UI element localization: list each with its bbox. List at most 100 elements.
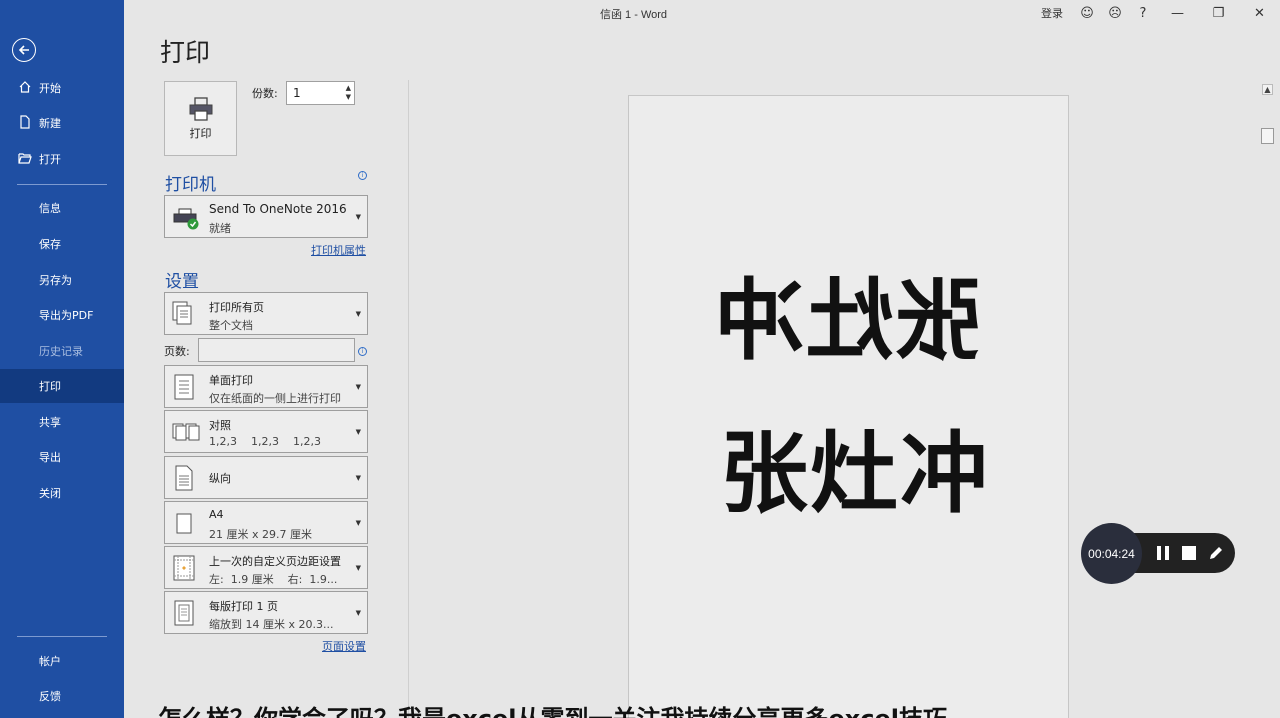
nav-print[interactable]: 打印 [0,369,124,403]
back-arrow-icon[interactable] [12,38,36,62]
printer-status: 就绪 [209,222,231,235]
nav-label: 打印 [39,380,61,393]
spin-arrows-icon[interactable]: ▲ ▼ [346,84,351,102]
recording-timer: 00:04:24 [1081,523,1142,584]
one-sided-icon [174,374,194,400]
title-bar: 信函 1 - Word 登录 ☺ ☹ ? — ❐ ✕ [124,0,1280,26]
page-setup-link[interactable]: 页面设置 [322,638,366,654]
nav-save[interactable]: 保存 [0,227,124,261]
document-text: 张灶冲 [720,422,991,525]
sides-dropdown[interactable]: 单面打印 仅在纸面的一侧上进行打印 ▼ [164,365,368,408]
printer-name: Send To OneNote 2016 [209,202,347,216]
chevron-down-icon: ▼ [355,213,361,221]
nav-save-as[interactable]: 另存为 [0,263,124,297]
pen-icon[interactable] [1208,545,1224,561]
nav-label: 保存 [39,238,61,251]
chevron-down-icon: ▼ [355,609,361,617]
pages-icon [172,301,192,325]
nav-label: 共享 [39,416,61,429]
chevron-down-icon: ▼ [355,428,361,436]
nav-export[interactable]: 导出 [0,440,124,474]
setting-line1: 上一次的自定义页边距设置 [209,555,341,568]
printer-heading: 打印机 [165,175,216,195]
nav-label: 导出 [39,451,61,464]
print-button-label: 打印 [189,126,212,140]
setting-line1: 对照 [209,419,231,432]
nav-label: 另存为 [39,274,72,287]
print-range-dropdown[interactable]: 打印所有页 整个文档 ▼ [164,292,368,335]
setting-line1: 打印所有页 [209,301,264,314]
printer-icon [189,96,212,121]
nav-feedback[interactable]: 反馈 [0,679,124,713]
signin-link[interactable]: 登录 [1041,5,1063,21]
nav-share[interactable]: 共享 [0,405,124,439]
nav-close[interactable]: 关闭 [0,476,124,510]
printer-dropdown[interactable]: Send To OneNote 2016 就绪 ▼ [164,195,368,238]
mirrored-text: 张灶冲 [713,269,984,372]
restore-icon[interactable]: ❐ [1198,0,1239,26]
collate-dropdown[interactable]: 对照 1,2,3 1,2,3 1,2,3 ▼ [164,410,368,453]
nav-label: 帐户 [39,655,61,668]
setting-line1: 纵向 [209,472,231,485]
nav-label: 打开 [39,153,61,166]
collated-icon [172,423,200,441]
copies-stepper[interactable]: 1 ▲ ▼ [286,81,355,105]
printer-ready-icon [173,208,199,230]
paper-size-dropdown[interactable]: A4 21 厘米 x 29.7 厘米 ▼ [164,501,368,544]
orientation-dropdown[interactable]: 纵向 ▼ [164,456,368,499]
open-folder-icon [18,153,32,164]
window-title: 信函 1 - Word [600,9,668,21]
info-icon[interactable]: i [358,347,367,356]
home-icon [19,81,31,93]
smile-feedback-icon[interactable]: ☺ [1073,0,1101,26]
minimize-icon[interactable]: — [1157,0,1198,26]
stop-icon[interactable] [1181,545,1197,561]
printer-properties-link[interactable]: 打印机属性 [311,242,366,258]
portrait-icon [175,465,193,491]
print-button[interactable]: 打印 [164,81,237,156]
nav-history[interactable]: 历史记录 [0,334,124,368]
video-caption: 怎么样？你学会了吗？我是excel从零到一关注我持续分享更多excel技巧 [158,699,947,718]
nav-open[interactable]: 打开 [0,142,124,176]
setting-line1: 单面打印 [209,374,253,387]
chevron-down-icon: ▼ [355,383,361,391]
pages-per-sheet-dropdown[interactable]: 每版打印 1 页 缩放到 14 厘米 x 20.3... ▼ [164,591,368,634]
backstage-sidebar: 开始 新建 打开 信息 保存 另存为 导出为PDF 历史记录 打印 共享 导出 … [0,0,124,718]
nav-new[interactable]: 新建 [0,106,124,140]
scrollbar-thumb[interactable] [1261,128,1274,144]
nav-info[interactable]: 信息 [0,191,124,225]
title-bar-controls: 登录 ☺ ☹ ? — ❐ ✕ [1041,0,1280,26]
setting-line1: 每版打印 1 页 [209,600,278,613]
setting-line1: A4 [209,508,224,521]
help-icon[interactable]: ? [1129,0,1157,26]
close-icon[interactable]: ✕ [1239,0,1280,26]
setting-line2: 21 厘米 x 29.7 厘米 [209,528,312,541]
pages-per-sheet-icon [174,600,194,626]
nav-export-pdf[interactable]: 导出为PDF [0,298,124,332]
setting-line2: 整个文档 [209,319,253,332]
chevron-down-icon: ▼ [355,519,361,527]
setting-line2: 缩放到 14 厘米 x 20.3... [209,618,334,631]
page-title: 打印 [160,38,211,67]
chevron-down-icon: ▼ [355,474,361,482]
nav-label: 历史记录 [39,345,83,358]
sidebar-divider [17,184,107,185]
panel-divider [408,80,409,718]
new-document-icon [20,115,30,129]
pause-icon[interactable] [1155,545,1171,561]
margins-dropdown[interactable]: 上一次的自定义页边距设置 左: 1.9 厘米 右: 1.9... ▼ [164,546,368,589]
frown-feedback-icon[interactable]: ☹ [1101,0,1129,26]
info-icon[interactable]: i [358,171,367,180]
nav-account[interactable]: 帐户 [0,644,124,678]
margins-icon [173,555,195,581]
setting-line2: 1,2,3 1,2,3 1,2,3 [209,435,321,448]
scroll-up-icon[interactable]: ▲ [1262,84,1273,95]
chevron-down-icon: ▼ [355,564,361,572]
pages-label: 页数: [164,345,190,358]
setting-line2: 仅在纸面的一侧上进行打印 [209,392,341,405]
settings-heading: 设置 [165,272,199,292]
nav-home[interactable]: 开始 [0,71,124,105]
copies-label: 份数: [252,87,278,100]
pages-input[interactable] [198,338,355,362]
nav-label: 信息 [39,202,61,215]
